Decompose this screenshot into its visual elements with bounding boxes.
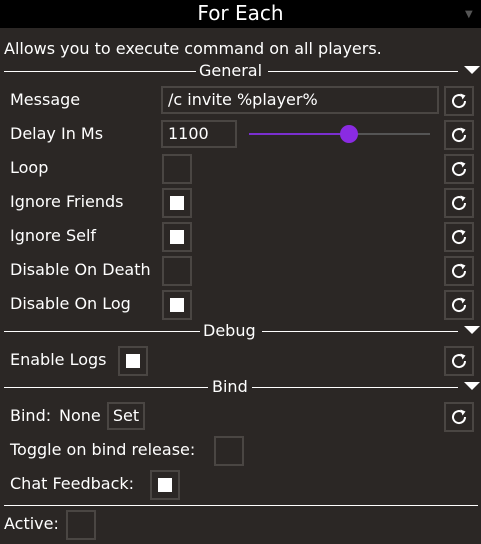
message-label: Message [10, 90, 81, 109]
delay-slider-handle[interactable] [339, 125, 358, 143]
disable-on-death-label: Disable On Death [10, 260, 151, 279]
module-description: Allows you to execute command on all pla… [4, 39, 382, 58]
section-debug[interactable]: Debug [4, 321, 480, 342]
chevron-down-icon[interactable] [464, 66, 480, 74]
reset-icon [452, 263, 467, 279]
disable-on-death-reset-button[interactable] [444, 256, 474, 286]
section-bind-label: Bind [212, 377, 248, 396]
chat-feedback-checkbox[interactable] [150, 470, 180, 500]
section-line [268, 71, 458, 72]
bind-label: Bind: [10, 406, 52, 425]
disable-on-log-checkbox[interactable] [162, 290, 192, 320]
section-debug-label: Debug [203, 321, 256, 340]
enable-logs-label: Enable Logs [10, 350, 107, 369]
disable-on-log-reset-button[interactable] [444, 290, 474, 320]
minimize-icon[interactable]: ▼ [465, 10, 477, 20]
bind-value: None [59, 406, 101, 425]
loop-label: Loop [10, 158, 49, 177]
loop-checkbox[interactable] [162, 154, 192, 184]
toggle-bind-release-label: Toggle on bind release: [10, 440, 196, 459]
chevron-down-icon[interactable] [464, 382, 480, 390]
section-line [4, 71, 196, 72]
message-input[interactable]: /c invite %player% [161, 86, 439, 114]
bind-reset-button[interactable] [444, 402, 474, 432]
section-bind[interactable]: Bind [4, 377, 480, 398]
ignore-self-checkbox[interactable] [162, 222, 192, 252]
checkbox-checkmark [170, 230, 184, 244]
section-general-label: General [199, 61, 263, 80]
section-line [252, 387, 458, 388]
reset-icon [452, 297, 467, 313]
ignore-self-reset-button[interactable] [444, 222, 474, 252]
active-checkbox[interactable] [66, 510, 96, 540]
checkbox-checkmark [170, 298, 184, 312]
checkbox-checkmark [170, 196, 184, 210]
checkbox-checkmark [158, 478, 172, 492]
toggle-bind-release-checkbox[interactable] [214, 436, 244, 466]
disable-on-log-label: Disable On Log [10, 294, 131, 313]
delay-slider-fill [249, 133, 349, 135]
reset-icon [452, 409, 467, 425]
ignore-self-label: Ignore Self [10, 226, 97, 245]
delay-slider[interactable] [249, 125, 430, 143]
disable-on-death-checkbox[interactable] [162, 256, 192, 286]
checkbox-checkmark [126, 354, 140, 368]
section-line [262, 331, 458, 332]
delay-label: Delay In Ms [10, 124, 104, 143]
reset-icon [452, 195, 467, 211]
enable-logs-reset-button[interactable] [444, 346, 474, 376]
delay-reset-button[interactable] [444, 120, 474, 150]
active-label: Active: [4, 514, 59, 533]
ignore-friends-checkbox[interactable] [162, 188, 192, 218]
loop-reset-button[interactable] [444, 154, 474, 184]
reset-icon [452, 127, 467, 143]
title-bar[interactable]: For Each ▼ [0, 0, 481, 28]
delay-input[interactable]: 1100 [161, 120, 237, 148]
section-line [4, 387, 208, 388]
ignore-friends-reset-button[interactable] [444, 188, 474, 218]
bind-set-button[interactable]: Set [107, 402, 145, 430]
reset-icon [452, 353, 467, 369]
enable-logs-checkbox[interactable] [118, 346, 148, 376]
window-title: For Each [197, 1, 284, 25]
section-line [4, 331, 200, 332]
message-reset-button[interactable] [444, 86, 474, 116]
section-general[interactable]: General [4, 61, 480, 82]
chevron-down-icon[interactable] [464, 326, 480, 334]
chat-feedback-label: Chat Feedback: [10, 474, 135, 493]
reset-icon [452, 161, 467, 177]
reset-icon [452, 93, 467, 109]
ignore-friends-label: Ignore Friends [10, 192, 124, 211]
reset-icon [452, 229, 467, 245]
divider [4, 505, 478, 506]
